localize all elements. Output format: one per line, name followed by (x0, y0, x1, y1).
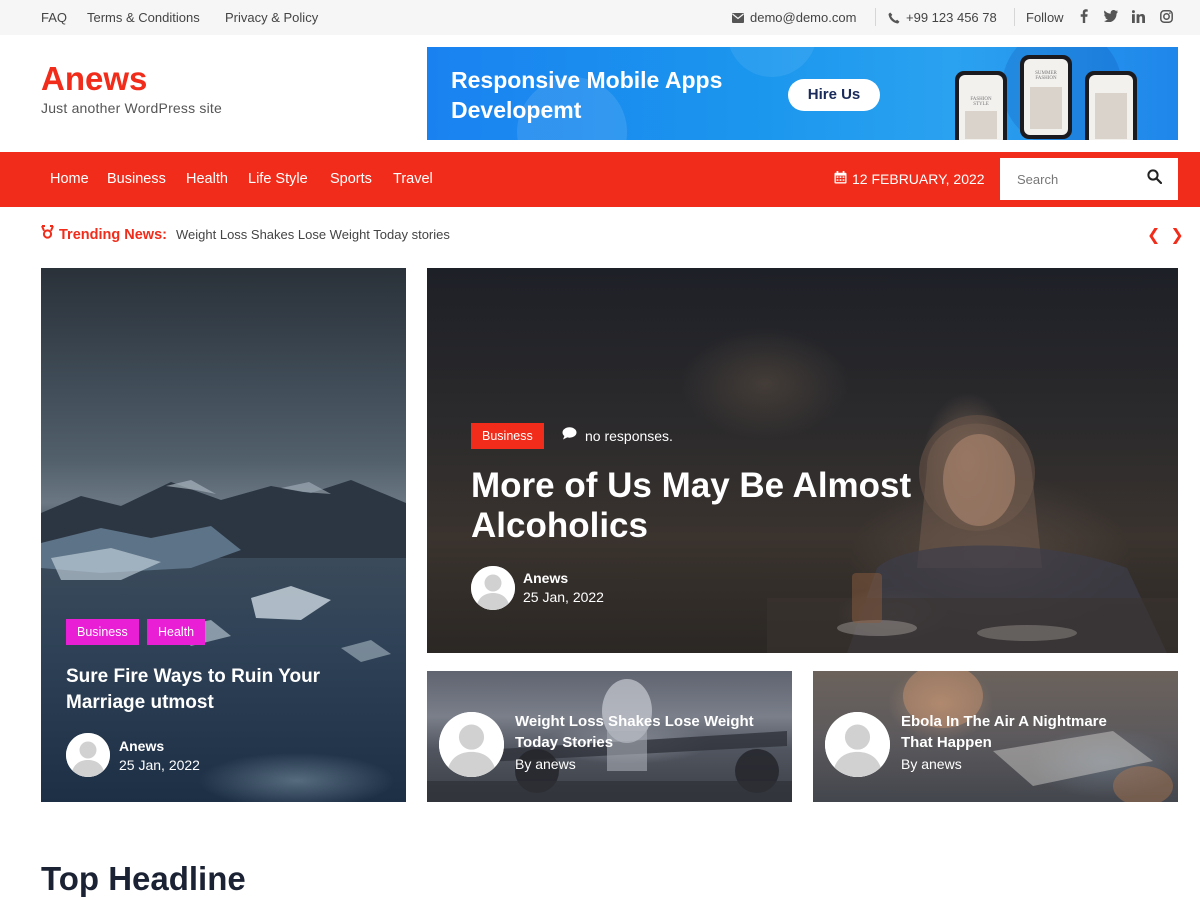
comments-text: no responses. (585, 428, 673, 444)
top-bar: FAQ Terms & Conditions Privacy & Policy … (0, 0, 1200, 35)
post-title-line: Weight Loss Shakes Lose Weight (515, 713, 754, 730)
contact-email[interactable]: demo@demo.com (732, 10, 856, 25)
trending-icon (41, 225, 54, 244)
phone-caption-line: STYLE (973, 102, 989, 107)
phone-text: +99 123 456 78 (906, 10, 997, 25)
post-title-line: Sure Fire Ways to Ruin Your (66, 666, 321, 687)
nav-item-sports[interactable]: Sports (330, 171, 372, 187)
post-title[interactable]: More of Us May Be Almost Alcoholics (471, 466, 1031, 546)
phone-caption: SUMMER FASHION (1024, 71, 1068, 81)
phone-image (1030, 87, 1062, 129)
hire-us-button[interactable]: Hire Us (788, 79, 880, 111)
author-avatar[interactable] (439, 712, 504, 777)
post-title-line: Marriage utmost (66, 692, 214, 713)
search-input[interactable] (1000, 158, 1140, 200)
featured-post-left[interactable]: Business Health Sure Fire Ways to Ruin Y… (41, 268, 406, 802)
social-links (1080, 9, 1173, 23)
divider (1014, 8, 1015, 26)
post-title-line: Alcoholics (471, 506, 648, 545)
post-date: 25 Jan, 2022 (119, 757, 200, 773)
featured-post-main[interactable]: Business no responses. More of Us May Be… (427, 268, 1178, 653)
nav-item-travel[interactable]: Travel (393, 171, 433, 187)
search-icon (1146, 169, 1162, 189)
post-byline[interactable]: By anews (901, 756, 962, 772)
phone-icon (888, 12, 900, 24)
user-icon (825, 712, 890, 777)
facebook-icon[interactable] (1080, 9, 1088, 23)
site-title[interactable]: Anews (41, 60, 147, 98)
calendar-icon (834, 171, 847, 187)
landscape-illustration (41, 480, 406, 662)
instagram-icon[interactable] (1160, 9, 1173, 23)
user-icon (471, 566, 515, 610)
nav-item-business[interactable]: Business (107, 171, 166, 187)
twitter-icon[interactable] (1104, 10, 1118, 22)
post-date: 25 Jan, 2022 (523, 589, 604, 605)
user-icon (439, 712, 504, 777)
nav-item-life-style[interactable]: Life Style (248, 171, 308, 187)
terms-link[interactable]: Terms & Conditions (87, 10, 200, 25)
post-card-small[interactable]: Weight Loss Shakes Lose Weight Today Sto… (427, 671, 792, 802)
prev-arrow-icon[interactable]: ❮ (1147, 225, 1160, 245)
phone-caption-line: FASHION (1035, 76, 1057, 81)
post-title[interactable]: Sure Fire Ways to Ruin Your Marriage utm… (66, 664, 396, 716)
phone-screen: FASHION STYLE (959, 75, 1003, 140)
category-badge-business[interactable]: Business (471, 423, 544, 449)
site-tagline: Just another WordPress site (41, 100, 222, 116)
section-title-top-headline: Top Headline (41, 860, 246, 897)
category-badge-business[interactable]: Business (66, 619, 139, 645)
phone-image (1095, 93, 1127, 139)
post-title-line: Today Stories (515, 734, 614, 751)
post-title-line: More of Us May Be Almost (471, 466, 912, 505)
banner-title: Responsive Mobile Apps Developemt (451, 65, 722, 125)
post-title-line: Ebola In The Air A Nightmare (901, 713, 1107, 730)
category-badge-health[interactable]: Health (147, 619, 206, 645)
author-avatar[interactable] (66, 733, 110, 777)
user-icon (66, 733, 110, 777)
email-text: demo@demo.com (750, 10, 857, 25)
author-name[interactable]: Anews (523, 570, 568, 586)
trending-label-text: Trending News: (59, 226, 167, 243)
comment-icon (562, 427, 577, 445)
post-title[interactable]: Weight Loss Shakes Lose Weight Today Sto… (515, 711, 754, 753)
current-date: 12 FEBRUARY, 2022 (834, 171, 985, 187)
phone-screen: SUMMER FASHION (1024, 59, 1068, 135)
post-card-small[interactable]: Ebola In The Air A Nightmare That Happen… (813, 671, 1178, 802)
privacy-link[interactable]: Privacy & Policy (225, 10, 318, 25)
phone-image (965, 111, 997, 139)
author-avatar[interactable] (825, 712, 890, 777)
next-arrow-icon[interactable]: ❯ (1170, 225, 1183, 245)
faq-link[interactable]: FAQ (41, 10, 67, 25)
nav-item-home[interactable]: Home (50, 171, 89, 187)
trending-controls: ❮ ❯ (1147, 225, 1184, 245)
post-byline[interactable]: By anews (515, 756, 576, 772)
search-button[interactable] (1130, 158, 1178, 200)
banner-title-line: Responsive Mobile Apps (451, 67, 723, 93)
banner-title-line: Developemt (451, 97, 582, 123)
date-text: 12 FEBRUARY, 2022 (852, 171, 985, 187)
main-navigation: Home Business Health Life Style Sports T… (0, 152, 1200, 207)
phone-mockup: SUMMER FASHION (1020, 55, 1072, 139)
trending-headline[interactable]: Weight Loss Shakes Lose Weight Today sto… (176, 227, 450, 242)
trending-label: Trending News: (41, 225, 167, 244)
phone-screen (1089, 75, 1133, 140)
phone-mockup: FASHION STYLE (955, 71, 1007, 140)
search-box (1000, 158, 1178, 200)
divider (875, 8, 876, 26)
linkedin-icon[interactable] (1132, 9, 1145, 23)
banner-decoration (727, 47, 817, 77)
post-title[interactable]: Ebola In The Air A Nightmare That Happen (901, 711, 1107, 753)
author-name[interactable]: Anews (119, 738, 164, 754)
phone-mockup (1085, 71, 1137, 140)
post-title-line: That Happen (901, 734, 992, 751)
follow-label: Follow (1026, 10, 1064, 25)
contact-phone[interactable]: +99 123 456 78 (888, 10, 997, 25)
envelope-icon (732, 12, 744, 23)
nav-item-health[interactable]: Health (186, 171, 228, 187)
ad-banner[interactable]: Responsive Mobile Apps Developemt Hire U… (427, 47, 1178, 140)
comments-count[interactable]: no responses. (562, 427, 673, 445)
phone-caption: FASHION STYLE (959, 97, 1003, 107)
author-avatar[interactable] (471, 566, 515, 610)
